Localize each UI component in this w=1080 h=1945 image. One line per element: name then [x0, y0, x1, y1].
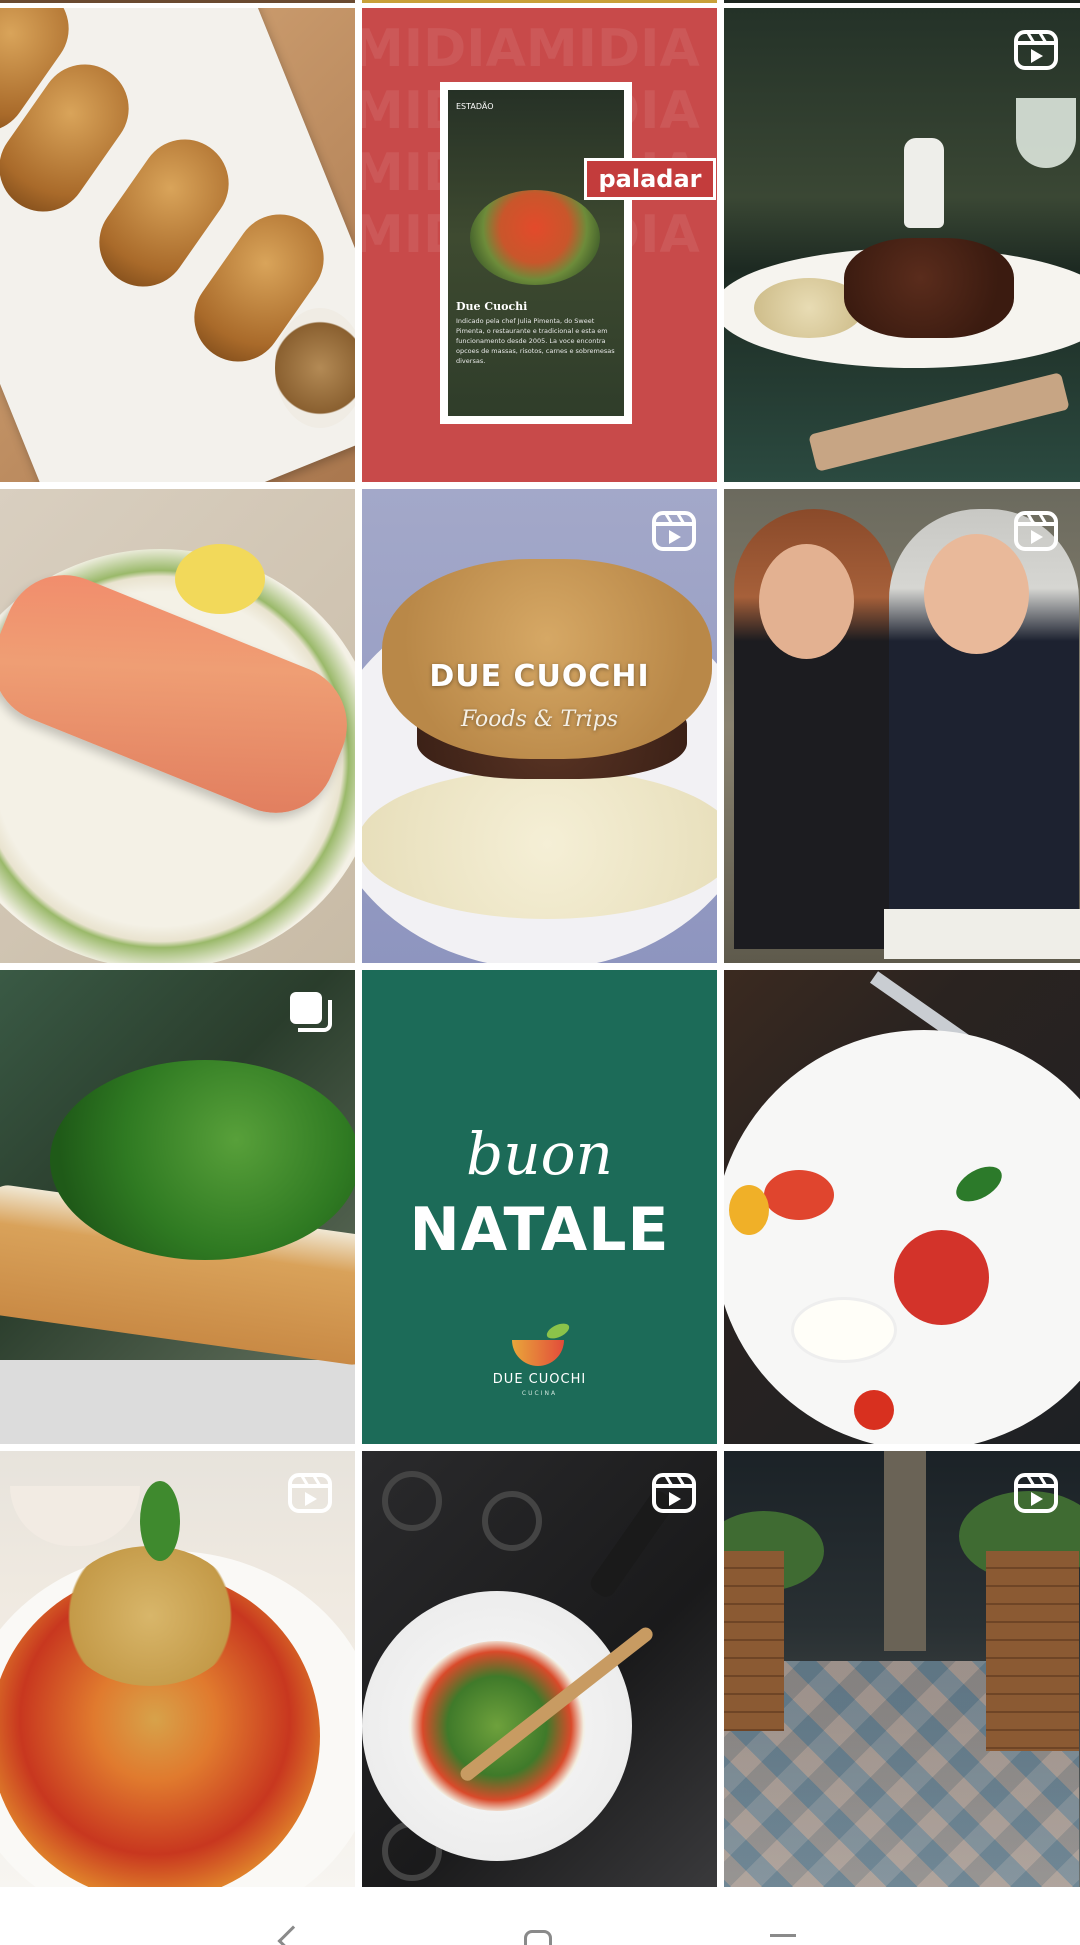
feature-title: Due Cuochi: [456, 300, 528, 313]
paladar-logo: paladar: [584, 158, 716, 200]
back-icon: [277, 1925, 309, 1945]
home-button[interactable]: [478, 1888, 598, 1945]
previous-row-edge: [0, 0, 1080, 8]
reel-subtitle: Foods & Trips: [460, 707, 619, 732]
post-pan-cooking[interactable]: [362, 1451, 717, 1887]
reel-icon: [1014, 1473, 1058, 1513]
reel-icon: [652, 511, 696, 551]
post-pasta[interactable]: [0, 1451, 355, 1887]
post-bruschetta[interactable]: [0, 970, 355, 1444]
feature-description: Indicado pela chef Julia Pimenta, do Swe…: [456, 317, 615, 365]
post-due-cuochi-foods-trips[interactable]: DUE CUOCHI Foods & Trips: [362, 489, 717, 963]
recents-button[interactable]: [720, 1888, 840, 1945]
dish-image: [470, 190, 600, 285]
reel-icon: [288, 1473, 332, 1513]
post-salmon-toast[interactable]: [0, 489, 355, 963]
post-paladar-feature[interactable]: MIDIAMIDIAMIDIAMIDIAMIDIAMIDIAMIDIAMIDIA…: [362, 8, 717, 482]
brand-name: DUE CUOCHI: [492, 1372, 587, 1387]
recents-icon: [770, 1934, 796, 1937]
back-button[interactable]: [230, 1888, 350, 1945]
post-croquettes[interactable]: [0, 8, 355, 482]
greeting-script: buon: [466, 1120, 613, 1188]
system-navigation-bar: [0, 1888, 1080, 1945]
carousel-icon: [288, 990, 332, 1034]
reel-title: DUE CUOCHI: [429, 659, 650, 694]
logo-leaf-icon: [544, 1320, 572, 1342]
greeting-title: NATALE: [409, 1195, 670, 1265]
story-screenshot: ESTADÃO Due Cuochi Indicado pela chef Ju…: [440, 82, 632, 424]
post-buon-natale[interactable]: buon NATALE DUE CUOCHI CUCINA: [362, 970, 717, 1444]
post-caprese[interactable]: [724, 970, 1080, 1444]
profile-grid-page: MIDIAMIDIAMIDIAMIDIAMIDIAMIDIAMIDIAMIDIA…: [0, 0, 1080, 1945]
logo-bowl-icon: [512, 1340, 564, 1366]
post-lamb-risotto[interactable]: [724, 8, 1080, 482]
post-two-women-toast[interactable]: [724, 489, 1080, 963]
brand-subtitle: CUCINA: [521, 1390, 558, 1397]
reel-icon: [1014, 511, 1058, 551]
reel-icon: [1014, 30, 1058, 70]
post-terrace[interactable]: [724, 1451, 1080, 1887]
source-label: ESTADÃO: [456, 102, 494, 111]
home-icon: [524, 1930, 552, 1945]
reel-icon: [652, 1473, 696, 1513]
